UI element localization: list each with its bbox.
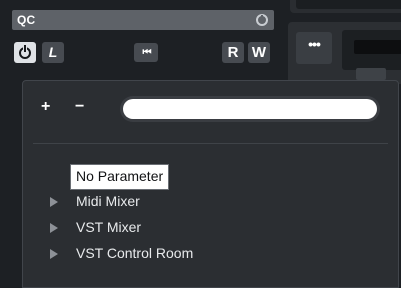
link-button[interactable]: L [42,42,64,63]
no-parameter-tooltip[interactable]: No Parameter [70,164,170,190]
more-options-button[interactable]: ••• [296,32,332,64]
tree-item-label: VST Mixer [76,219,142,235]
right-top-panel [290,0,401,13]
remove-button[interactable]: − [75,98,84,116]
expand-arrow-icon[interactable] [50,223,58,233]
tree-item-label: Midi Mixer [76,193,140,209]
right-slot-tab[interactable] [356,68,386,80]
read-automation-button[interactable]: R [222,42,244,63]
record-ring-icon[interactable] [256,14,268,26]
right-slot-display [342,30,401,70]
power-button[interactable] [14,42,36,63]
add-button[interactable]: + [41,98,50,116]
channel-title: QC [17,13,36,27]
search-input[interactable] [123,99,377,119]
parameter-browser-popup: + − No Parameter Midi Mixer VST Mixer VS… [22,80,399,288]
channel-header[interactable]: QC [12,10,274,30]
skip-back-button[interactable]: ⏮ [134,43,158,62]
skip-back-icon: ⏮ [142,47,152,58]
expand-arrow-icon[interactable] [50,197,58,207]
write-automation-button[interactable]: W [248,42,270,63]
expand-arrow-icon[interactable] [50,249,58,259]
divider [33,143,388,144]
tree-item-label: VST Control Room [76,245,194,261]
